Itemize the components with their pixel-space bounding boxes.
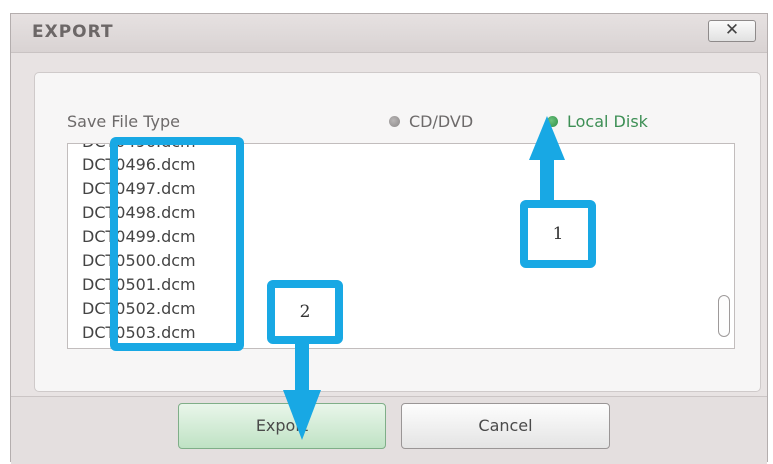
arrow-2-head [283, 390, 321, 440]
step-2-number: 2 [299, 302, 311, 322]
step-1-number: 1 [552, 224, 564, 244]
arrow-1-head [529, 116, 565, 160]
annotation-arrows [283, 116, 565, 440]
arrow-2-shaft [295, 340, 309, 392]
step-1-badge: 1 [520, 200, 596, 268]
arrow-1-shaft [540, 160, 554, 200]
step-2-badge: 2 [267, 280, 343, 344]
